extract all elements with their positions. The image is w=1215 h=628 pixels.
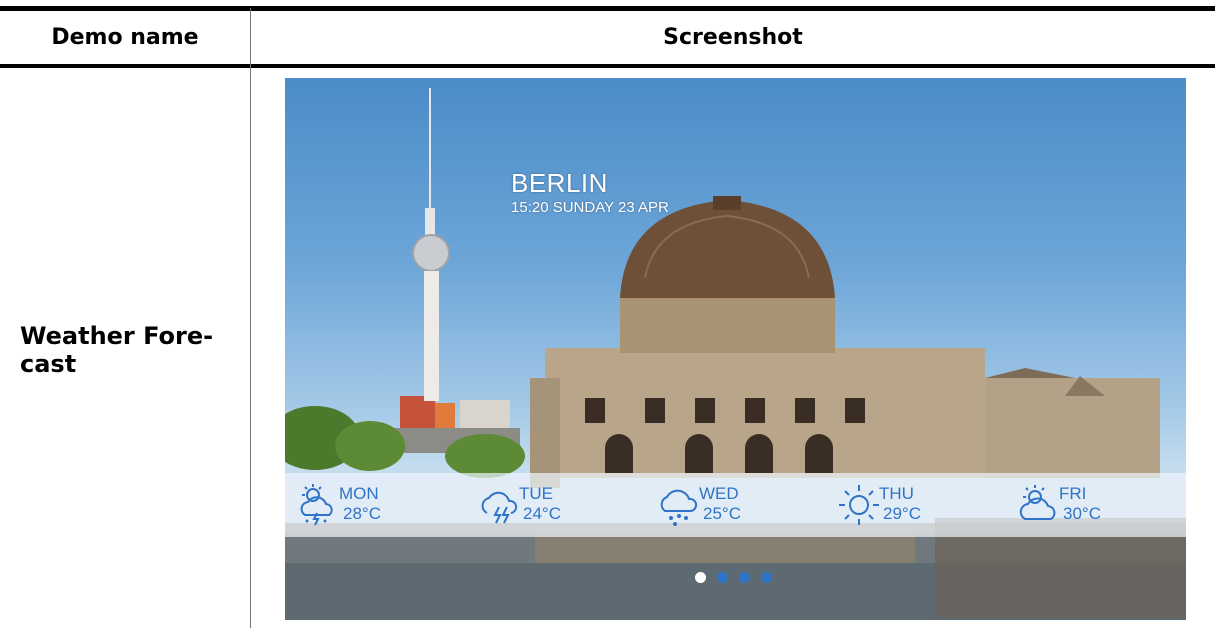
forecast-bar: MON 28°C TUE 24°C WED 25°C THU 29°C FRI … [285,473,1186,537]
cloud-rain-icon [660,489,698,526]
demo-name-cell: Weather Fore- cast [20,322,214,378]
page-dot-3[interactable] [739,572,750,583]
page-indicator[interactable] [695,572,785,584]
forecast-day-label: MON [339,484,379,503]
column-header-demo-name: Demo name [51,25,199,50]
forecast-day-tue[interactable]: TUE 24°C [465,473,635,537]
forecast-day-wed[interactable]: WED 25°C [645,473,815,537]
cloud-lightning-icon [481,491,518,524]
forecast-day-thu[interactable]: THU 29°C [825,473,995,537]
forecast-day-fri[interactable]: FRI 30°C [1005,473,1175,537]
forecast-day-label: TUE [519,484,553,503]
sun-cloud-icon [1019,485,1056,520]
forecast-temp-label: 25°C [703,504,741,523]
page-dot-1[interactable] [695,572,706,583]
berlin-scene-image [285,88,1186,620]
weather-forecast-screenshot: BERLIN 15:20 SUNDAY 23 APR MON 28°C TUE … [285,78,1186,620]
forecast-temp-label: 28°C [343,504,381,523]
forecast-day-mon[interactable]: MON 28°C [285,473,455,537]
city-name: BERLIN [511,168,608,198]
table-header-rule [0,64,1215,68]
sun-cloud-storm-icon [300,484,333,526]
forecast-temp-label: 29°C [883,504,921,523]
forecast-temp-label: 30°C [1063,504,1101,523]
column-divider [250,8,251,628]
forecast-day-label: FRI [1059,484,1087,503]
page-dot-4[interactable] [761,572,772,583]
forecast-day-label: WED [699,484,739,503]
date-time-label: 15:20 SUNDAY 23 APR [511,199,669,216]
forecast-day-label: THU [879,484,914,503]
forecast-temp-label: 24°C [523,504,561,523]
page-dot-2[interactable] [717,572,728,583]
sun-icon [839,485,879,525]
column-header-screenshot: Screenshot [663,25,803,50]
